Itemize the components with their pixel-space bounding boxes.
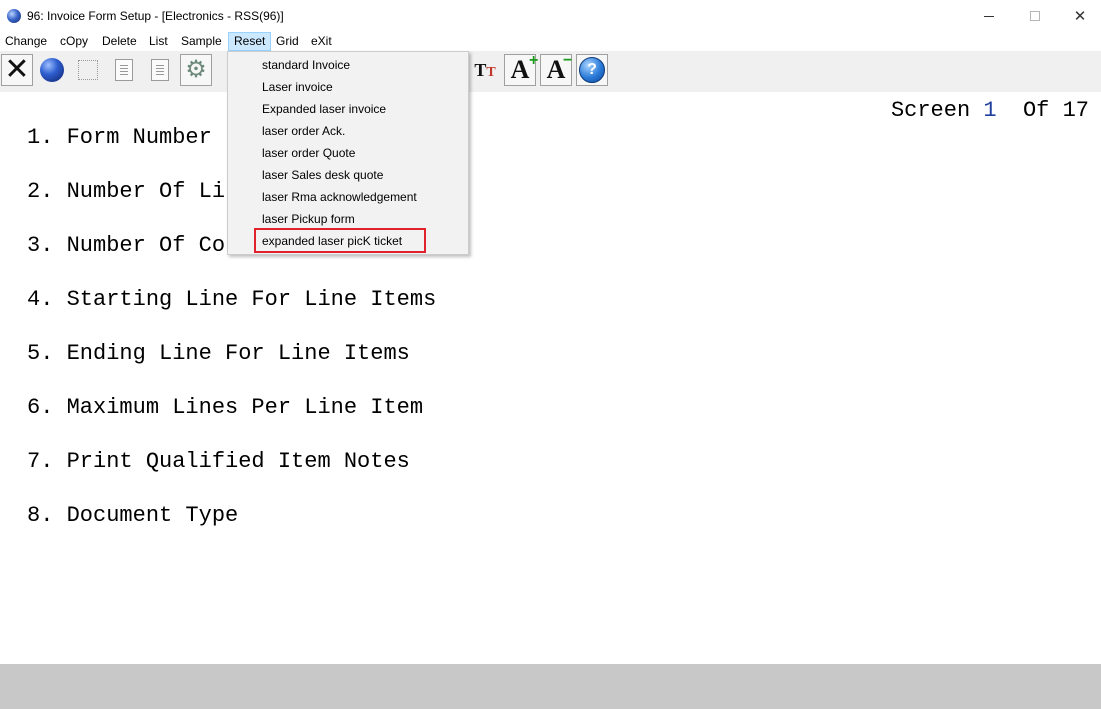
menu-sample[interactable]: Sample: [176, 32, 227, 51]
screen-label: Screen: [890, 98, 971, 123]
reset-dropdown-menu: standard Invoice Laser invoice Expanded …: [227, 51, 469, 255]
select-icon: [78, 60, 98, 80]
screen-of-label: Of: [1022, 98, 1050, 123]
help-button[interactable]: ?: [576, 54, 608, 86]
menu-change[interactable]: Change: [0, 32, 52, 51]
window-title: 96: Invoice Form Setup - [Electronics - …: [27, 9, 284, 23]
field-maximum-lines[interactable]: 6. Maximum Lines Per Line Item: [27, 395, 423, 420]
screen-total: 17: [1062, 98, 1089, 123]
minimize-button[interactable]: [966, 0, 1012, 32]
paste-icon: [151, 59, 169, 81]
reset-item-expanded-laser-invoice[interactable]: Expanded laser invoice: [228, 98, 468, 120]
font-button[interactable]: TT: [469, 54, 501, 86]
maximize-icon: [1030, 11, 1040, 21]
screen-indicator: Screen 1 Of 17: [891, 98, 1089, 123]
font-increase-icon: A +: [510, 52, 539, 84]
copy-button[interactable]: [108, 54, 140, 86]
field-document-type[interactable]: 8. Document Type: [27, 503, 238, 528]
menu-list[interactable]: List: [144, 32, 173, 51]
menu-bar: Change cOpy Delete List Sample Reset Gri…: [0, 32, 1101, 51]
minimize-icon: [984, 15, 994, 17]
settings-button[interactable]: ⚙: [180, 54, 212, 86]
menu-delete[interactable]: Delete: [97, 32, 142, 51]
menu-grid[interactable]: Grid: [271, 32, 304, 51]
field-ending-line[interactable]: 5. Ending Line For Line Items: [27, 341, 410, 366]
field-number-of-lines[interactable]: 2. Number Of Li: [27, 179, 225, 204]
close-button[interactable]: ✕: [1057, 0, 1101, 32]
form-screen: Screen 1 Of 17 1. Form Number 2. Number …: [0, 92, 1101, 664]
field-number-of-columns[interactable]: 3. Number Of Co: [27, 233, 225, 258]
gear-icon: ⚙: [185, 56, 207, 83]
font-tt-icon: TT: [474, 59, 496, 80]
font-decrease-icon: A −: [546, 52, 573, 84]
copy-doc-icon: [115, 59, 133, 81]
status-bar: [0, 664, 1101, 709]
help-icon: ?: [579, 57, 605, 83]
close-icon: ✕: [1073, 8, 1087, 25]
reset-item-laser-invoice[interactable]: Laser invoice: [228, 76, 468, 98]
toolbar: ✕ ⚙ TT A + A − ?: [0, 51, 1101, 92]
close-x-button[interactable]: ✕: [1, 54, 33, 86]
menu-exit[interactable]: eXit: [306, 32, 337, 51]
app-globe-icon: [7, 9, 21, 23]
close-x-icon: ✕: [4, 53, 30, 86]
font-decrease-button[interactable]: A −: [540, 52, 573, 86]
select-button[interactable]: [72, 54, 104, 86]
menu-reset[interactable]: Reset: [228, 32, 272, 51]
field-print-notes[interactable]: 7. Print Qualified Item Notes: [27, 449, 410, 474]
reset-item-laser-rma-ack[interactable]: laser Rma acknowledgement: [228, 186, 468, 208]
field-starting-line[interactable]: 4. Starting Line For Line Items: [27, 287, 436, 312]
title-bar: 96: Invoice Form Setup - [Electronics - …: [0, 0, 1101, 32]
reset-item-laser-sales-desk-quote[interactable]: laser Sales desk quote: [228, 164, 468, 186]
globe-button[interactable]: [36, 54, 68, 86]
field-form-number[interactable]: 1. Form Number: [27, 125, 212, 150]
screen-current: 1: [983, 98, 997, 123]
reset-item-laser-order-ack[interactable]: laser order Ack.: [228, 120, 468, 142]
reset-item-laser-pickup-form[interactable]: laser Pickup form: [228, 208, 468, 230]
globe-icon: [40, 58, 64, 82]
highlight-box: [254, 228, 426, 253]
menu-copy[interactable]: cOpy: [55, 32, 93, 51]
reset-item-laser-order-quote[interactable]: laser order Quote: [228, 142, 468, 164]
maximize-button[interactable]: [1012, 0, 1058, 32]
reset-item-standard-invoice[interactable]: standard Invoice: [228, 54, 468, 76]
paste-button[interactable]: [144, 54, 176, 86]
font-increase-button[interactable]: A +: [504, 52, 539, 86]
